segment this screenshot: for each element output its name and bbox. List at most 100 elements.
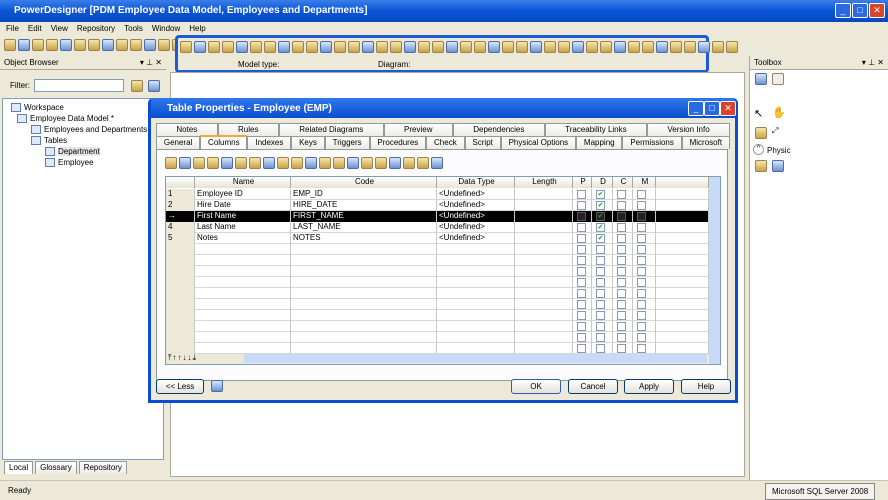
checkbox-m[interactable] xyxy=(637,190,646,199)
checkbox-c[interactable] xyxy=(617,289,626,298)
column-header-c[interactable]: C xyxy=(613,177,633,188)
toolbar-button-icon[interactable] xyxy=(32,39,44,51)
checkbox-p[interactable] xyxy=(577,322,586,331)
cell-code[interactable]: LAST_NAME xyxy=(291,222,437,233)
checkbox-c[interactable] xyxy=(617,267,626,276)
toolbar-button-icon[interactable] xyxy=(418,41,430,53)
checkbox-d[interactable]: ✔ xyxy=(596,201,605,210)
dialog-close-button[interactable]: ✕ xyxy=(720,101,736,116)
toolbar-button-icon[interactable] xyxy=(558,41,570,53)
toolbar-button-icon[interactable] xyxy=(488,41,500,53)
toolbar-button-icon[interactable] xyxy=(88,39,100,51)
checkbox-m[interactable] xyxy=(637,256,646,265)
menu-edit[interactable]: Edit xyxy=(28,24,42,34)
tab-columns[interactable]: Columns xyxy=(200,135,248,149)
cancel-button[interactable]: Cancel xyxy=(568,379,618,394)
toolbar-button-icon[interactable] xyxy=(180,41,192,53)
panel-pin-close-icon[interactable]: ▾ ⊥ ✕ xyxy=(140,58,162,67)
cell-filler[interactable] xyxy=(656,222,709,233)
column-header-length[interactable]: Length xyxy=(515,177,573,188)
toolbox-section-physical[interactable]: Physic xyxy=(767,146,791,155)
checkbox-c[interactable] xyxy=(617,322,626,331)
toolbar-button-icon[interactable] xyxy=(179,157,191,169)
apply-button[interactable]: Apply xyxy=(624,379,674,394)
printer-menu-icon[interactable] xyxy=(211,380,223,392)
cell-code[interactable]: HIRE_DATE xyxy=(291,200,437,211)
checkbox-d[interactable] xyxy=(596,267,605,276)
cell-name[interactable]: First Name xyxy=(195,211,291,222)
toolbar-button-icon[interactable] xyxy=(207,157,219,169)
toolbar-button-icon[interactable] xyxy=(389,157,401,169)
column-header[interactable] xyxy=(656,177,709,188)
menu-file[interactable]: File xyxy=(6,24,19,34)
row-number[interactable]: 2 xyxy=(166,200,195,211)
toolbar-button-icon[interactable] xyxy=(502,41,514,53)
toolbar-button-icon[interactable] xyxy=(334,41,346,53)
toolbar-button-icon[interactable] xyxy=(376,41,388,53)
toolbar-button-icon[interactable] xyxy=(305,157,317,169)
package-tool-icon[interactable] xyxy=(755,160,767,172)
checkbox-m[interactable] xyxy=(637,267,646,276)
menu-view[interactable]: View xyxy=(51,24,68,34)
table-row[interactable]: 2 Hire Date HIRE_DATE <Undefined> ✔ xyxy=(166,200,709,211)
toolbar-button-icon[interactable] xyxy=(130,39,142,51)
apply-filter-icon[interactable] xyxy=(148,80,160,92)
panel-pin-close-icon[interactable]: ▾ ⊥ ✕ xyxy=(862,58,884,67)
column-header-code[interactable]: Code xyxy=(291,177,437,188)
tab-general[interactable]: General xyxy=(156,136,201,149)
row-number[interactable]: 4 xyxy=(166,222,195,233)
toolbar-button-icon[interactable] xyxy=(102,39,114,51)
tree-item[interactable]: Employees and Departments xyxy=(31,125,147,134)
pointer-tool-icon[interactable]: ↖ xyxy=(754,107,763,120)
menu-help[interactable]: Help xyxy=(189,24,205,34)
toolbar-button-icon[interactable] xyxy=(431,157,443,169)
toolbar-button-icon[interactable] xyxy=(249,157,261,169)
checkbox-p[interactable] xyxy=(577,223,586,232)
checkbox-p[interactable] xyxy=(577,190,586,199)
tab-triggers[interactable]: Triggers xyxy=(324,136,370,149)
tree-item[interactable]: Workspace xyxy=(11,103,64,112)
toolbar-button-icon[interactable] xyxy=(291,157,303,169)
column-header-m[interactable]: M xyxy=(633,177,656,188)
filter-input[interactable] xyxy=(34,79,124,92)
toolbar-button-icon[interactable] xyxy=(277,157,289,169)
toolbar-button-icon[interactable] xyxy=(432,41,444,53)
table-row[interactable]: 5 Notes NOTES <Undefined> ✔ xyxy=(166,233,709,244)
checkbox-m[interactable] xyxy=(637,201,646,210)
toolbar-button-icon[interactable] xyxy=(404,41,416,53)
grid-view-icon[interactable] xyxy=(755,73,767,85)
toolbar-button-icon[interactable] xyxy=(250,41,262,53)
checkbox-m[interactable] xyxy=(637,289,646,298)
toolbar-button-icon[interactable] xyxy=(642,41,654,53)
toolbar-button-icon[interactable] xyxy=(320,41,332,53)
link-tool-icon[interactable]: ⤢ xyxy=(772,126,778,136)
toolbar-button-icon[interactable] xyxy=(572,41,584,53)
checkbox-d[interactable] xyxy=(596,344,605,353)
toolbar-button-icon[interactable] xyxy=(600,41,612,53)
toolbar-button-icon[interactable] xyxy=(46,39,58,51)
checkbox-c[interactable] xyxy=(617,190,626,199)
checkbox-d[interactable] xyxy=(596,311,605,320)
toolbar-button-icon[interactable] xyxy=(460,41,472,53)
table-row[interactable]: → First Name FIRST_NAME <Undefined> ✔ xyxy=(166,211,709,222)
toolbar-button-icon[interactable] xyxy=(446,41,458,53)
checkbox-d[interactable] xyxy=(596,278,605,287)
tab-indexes[interactable]: Indexes xyxy=(247,136,292,149)
dialog-maximize-button[interactable]: □ xyxy=(704,101,720,116)
cell-filler[interactable] xyxy=(656,200,709,211)
tab-permissions[interactable]: Permissions xyxy=(622,136,682,149)
checkbox-d[interactable] xyxy=(596,289,605,298)
close-button[interactable]: ✕ xyxy=(869,3,885,18)
checkbox-d[interactable] xyxy=(596,245,605,254)
tab-traceability-links[interactable]: Traceability Links xyxy=(544,123,648,136)
checkbox-p[interactable] xyxy=(577,201,586,210)
toolbar-button-icon[interactable] xyxy=(222,41,234,53)
checkbox-d[interactable] xyxy=(596,300,605,309)
toolbar-button-icon[interactable] xyxy=(684,41,696,53)
toolbar-button-icon[interactable] xyxy=(530,41,542,53)
menu-window[interactable]: Window xyxy=(152,24,180,34)
toolbar-button-icon[interactable] xyxy=(208,41,220,53)
checkbox-m[interactable] xyxy=(637,278,646,287)
toolbar-button-icon[interactable] xyxy=(348,41,360,53)
row-move-buttons[interactable]: ⤒↑↑↓↓⤓ xyxy=(168,353,197,363)
